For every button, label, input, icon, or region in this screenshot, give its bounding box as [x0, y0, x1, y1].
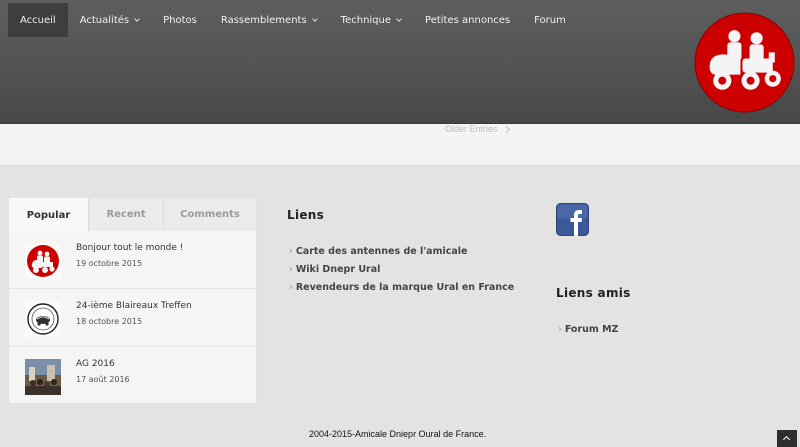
chevron-down-icon	[396, 15, 402, 22]
tab-label: Recent	[106, 209, 146, 220]
post-title[interactable]: 24-ième Blaireaux Treffen	[76, 301, 192, 311]
bullet-icon: ›	[289, 246, 293, 257]
link-label: Wiki Dnepr Ural	[295, 264, 381, 275]
bullet-icon: ›	[289, 282, 293, 293]
tab-recent[interactable]: Recent	[89, 198, 164, 231]
post-date: 18 octobre 2015	[76, 317, 143, 326]
liens-amis-heading: Liens amis	[556, 286, 631, 300]
nav-label: Actualités	[79, 14, 130, 26]
post-title[interactable]: AG 2016	[76, 359, 115, 369]
post-date: 17 août 2016	[76, 375, 130, 384]
widget-tabs: Popular Recent Comments	[9, 198, 256, 232]
content-area: Older Entries	[0, 124, 800, 166]
link-forum-mz[interactable]: › Forum MZ	[558, 324, 618, 335]
link-label: Carte des antennes de l'amicale	[295, 246, 468, 257]
list-item[interactable]: 24-ième Blaireaux Treffen 18 octobre 201…	[9, 289, 256, 347]
nav-item-petites-annonces[interactable]: Petites annonces	[413, 3, 522, 37]
nav-label: Petites annonces	[425, 14, 511, 26]
site-logo[interactable]	[694, 12, 795, 113]
nav-item-rassemblements[interactable]: Rassemblements	[209, 3, 329, 37]
tab-popular[interactable]: Popular	[9, 198, 89, 232]
link-label: Forum MZ	[564, 324, 619, 335]
chevron-down-icon	[134, 15, 140, 22]
nav-label: Photos	[163, 14, 197, 26]
bullet-icon: ›	[289, 264, 293, 275]
posts-tab-widget: Popular Recent Comments Bonjour tout le …	[8, 197, 257, 404]
post-date: 19 octobre 2015	[76, 259, 143, 268]
nav-label: Technique	[340, 14, 392, 26]
nav-label: Accueil	[20, 14, 56, 26]
older-entries-link[interactable]: Older Entries	[445, 124, 510, 134]
chevron-up-icon	[782, 435, 791, 444]
footer-copyright: 2004-2015-Amicale Dniepr Oural de France…	[309, 429, 487, 439]
liens-heading: Liens	[287, 208, 325, 222]
post-title[interactable]: Bonjour tout le monde !	[76, 243, 183, 253]
list-item[interactable]: AG 2016 17 août 2016	[9, 347, 256, 405]
link-label: Revendeurs de la marque Ural en France	[295, 282, 515, 293]
nav-item-actualites[interactable]: Actualités	[68, 3, 151, 37]
post-thumbnail[interactable]	[25, 243, 61, 279]
facebook-icon[interactable]	[556, 203, 589, 236]
nav-item-technique[interactable]: Technique	[329, 3, 413, 37]
post-thumbnail[interactable]	[25, 301, 61, 337]
bullet-icon: ›	[558, 324, 562, 335]
link-carte-antennes[interactable]: › Carte des antennes de l'amicale	[289, 246, 468, 257]
nav-item-forum[interactable]: Forum	[522, 3, 578, 37]
nav-label: Rassemblements	[220, 14, 307, 26]
nav-label: Forum	[534, 14, 566, 26]
nav-item-photos[interactable]: Photos	[151, 3, 209, 37]
tab-comments[interactable]: Comments	[164, 198, 256, 231]
scroll-to-top-button[interactable]	[777, 430, 797, 447]
main-nav: Accueil Actualités Photos Rassemblements…	[8, 3, 578, 37]
list-item[interactable]: Bonjour tout le monde ! 19 octobre 2015	[9, 231, 256, 289]
nav-item-accueil[interactable]: Accueil	[8, 3, 68, 37]
link-wiki-dnepr-ural[interactable]: › Wiki Dnepr Ural	[289, 264, 380, 275]
site-header: Accueil Actualités Photos Rassemblements…	[0, 0, 800, 124]
tab-label: Popular	[26, 209, 71, 221]
older-entries-label: Older Entries	[445, 124, 498, 134]
link-revendeurs-ural[interactable]: › Revendeurs de la marque Ural en France	[289, 282, 514, 293]
post-thumbnail[interactable]	[25, 359, 61, 395]
chevron-right-icon	[502, 125, 510, 134]
chevron-down-icon	[311, 15, 318, 22]
tab-label: Comments	[180, 209, 240, 220]
